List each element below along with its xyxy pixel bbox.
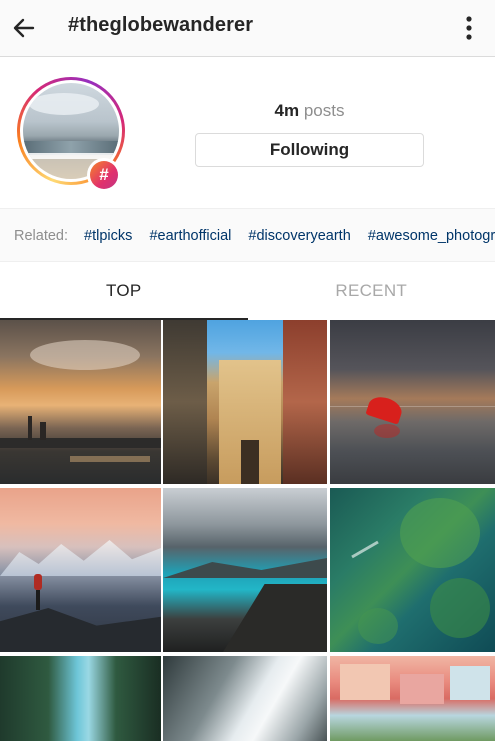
related-tag-tlpicks[interactable]: #tlpicks <box>84 228 132 244</box>
hashtag-header: # 4m posts Following <box>0 57 495 208</box>
photo-grid <box>0 320 495 741</box>
grid-photo-pastel-houses[interactable] <box>330 656 495 741</box>
posts-count-line: 4m posts <box>195 101 424 121</box>
hashtag-badge: # <box>87 158 121 192</box>
grid-photo-ice-cave[interactable] <box>0 656 161 741</box>
back-button[interactable] <box>8 12 40 44</box>
top-app-bar: #theglobewanderer <box>0 0 495 57</box>
related-tag-earthofficial[interactable]: #earthofficial <box>149 228 231 244</box>
related-tag-discoveryearth[interactable]: #discoveryearth <box>248 228 350 244</box>
following-button[interactable]: Following <box>195 133 424 167</box>
grid-photo-aerial-jungle[interactable] <box>330 488 495 652</box>
grid-photo-mountain-hiker[interactable] <box>0 488 161 652</box>
tab-top[interactable]: TOP <box>0 262 248 320</box>
related-label: Related: <box>14 228 69 244</box>
tab-recent[interactable]: RECENT <box>248 262 495 320</box>
posts-label: posts <box>303 101 345 120</box>
grid-photo-city-skyline[interactable] <box>0 320 161 484</box>
hashtag-icon: # <box>90 161 118 189</box>
grid-photo-light-rays[interactable] <box>163 656 327 741</box>
grid-photo-red-umbrella[interactable] <box>330 320 495 484</box>
page-title: #theglobewanderer <box>68 14 254 36</box>
more-options-button[interactable] <box>457 12 481 44</box>
feed-tabs: TOP RECENT <box>0 262 495 320</box>
arrow-left-icon <box>13 18 35 38</box>
more-vertical-icon <box>466 16 472 40</box>
related-hashtags-row: Related: #tlpicks #earthofficial #discov… <box>0 208 495 262</box>
grid-photo-glacial-lake[interactable] <box>163 488 327 652</box>
grid-photo-street-buildings[interactable] <box>163 320 327 484</box>
posts-count: 4m <box>274 101 300 120</box>
related-tag-awesome-photographers[interactable]: #awesome_photographers <box>368 228 495 244</box>
